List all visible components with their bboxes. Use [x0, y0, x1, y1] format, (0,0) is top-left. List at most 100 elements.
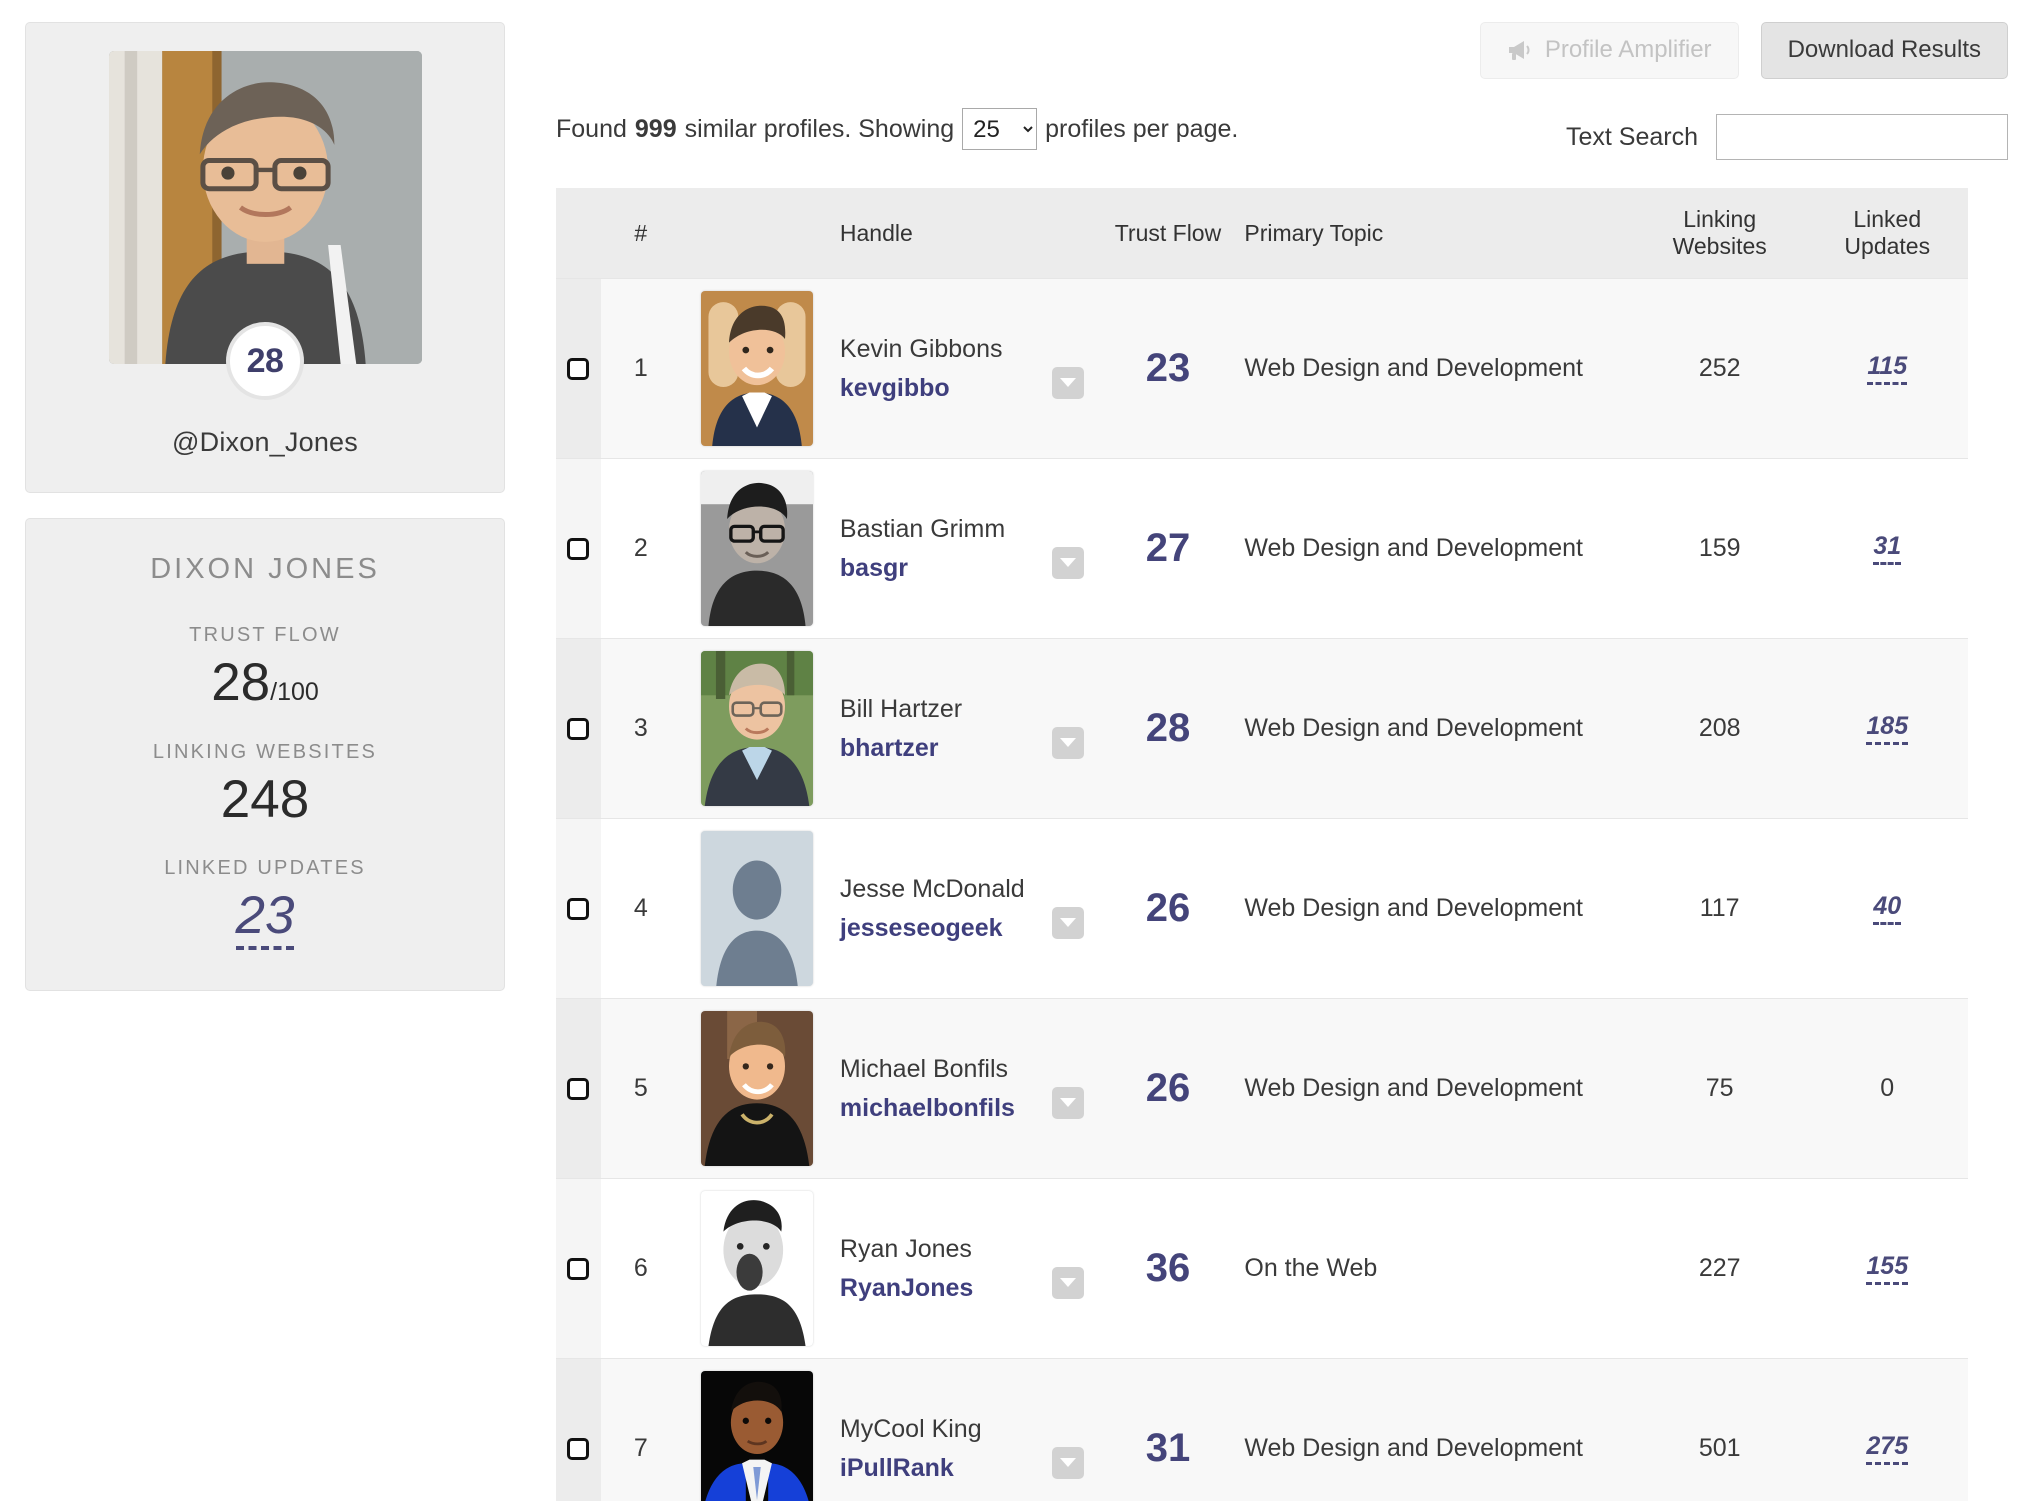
- row-handle-link[interactable]: jesseseogeek: [840, 909, 1052, 948]
- row-checkbox[interactable]: [567, 717, 590, 740]
- row-checkbox[interactable]: [567, 1257, 590, 1280]
- header-number: #: [600, 188, 681, 279]
- row-number: 6: [600, 1178, 681, 1359]
- row-handle-cell: Jesse McDonald jesseseogeek: [833, 818, 1102, 999]
- row-handle-cell: MyCool King iPullRank: [833, 1358, 1102, 1501]
- linked-updates-value-link[interactable]: 23: [235, 888, 295, 950]
- row-handle-link[interactable]: RyanJones: [840, 1269, 1052, 1308]
- header-linked-updates: Linked Updates: [1806, 188, 1968, 279]
- stat-linked-updates: LINKED UPDATES 23: [26, 857, 504, 950]
- row-display-name: Bill Hartzer: [839, 694, 963, 723]
- row-checkbox[interactable]: [567, 1437, 590, 1460]
- row-linked-updates-link[interactable]: 185: [1866, 712, 1909, 745]
- row-handle-cell: Ryan Jones RyanJones: [833, 1178, 1102, 1359]
- header-linked-updates-line1: Linked: [1853, 206, 1922, 232]
- main-content: Profile Amplifier Download Results Found…: [556, 0, 2026, 1501]
- row-expand-chevron-down-icon[interactable]: [1051, 1446, 1084, 1479]
- row-linked-updates-link[interactable]: 115: [1867, 352, 1908, 385]
- row-handle-link[interactable]: michaelbonfils: [840, 1089, 1052, 1128]
- trust-flow-value-row: 28/100: [26, 655, 504, 711]
- profile-card: 28 @Dixon_Jones: [25, 22, 505, 493]
- row-avatar-cell: [680, 278, 834, 459]
- row-linked-updates-link[interactable]: 275: [1866, 1432, 1909, 1465]
- row-trust-flow: 36: [1101, 1178, 1235, 1359]
- stat-trust-flow: TRUST FLOW 28/100: [26, 624, 504, 711]
- row-handle-link[interactable]: iPullRank: [840, 1449, 1052, 1488]
- row-select-cell: [556, 998, 601, 1179]
- row-checkbox[interactable]: [567, 537, 590, 560]
- header-linking-websites-line1: Linking: [1683, 206, 1757, 232]
- row-number: 1: [600, 278, 681, 459]
- found-suffix: profiles per page.: [1045, 114, 1239, 143]
- row-trust-flow: 26: [1101, 818, 1235, 999]
- row-expand-chevron-down-icon[interactable]: [1051, 546, 1084, 579]
- row-linking-websites: 252: [1632, 278, 1807, 459]
- results-table: # Handle Trust Flow Primary Topic Linkin…: [556, 188, 1968, 1501]
- row-linking-websites: 208: [1632, 638, 1807, 819]
- row-handle-link[interactable]: kevgibbo: [840, 369, 1052, 408]
- profile-amplifier-label: Profile Amplifier: [1544, 36, 1712, 63]
- row-linked-updates-cell: 275: [1806, 1358, 1968, 1501]
- row-select-cell: [556, 1178, 601, 1359]
- row-avatar: [701, 1011, 814, 1166]
- row-select-cell: [556, 638, 601, 819]
- text-search-input[interactable]: [1716, 114, 2008, 160]
- row-avatar: [701, 471, 814, 626]
- profile-handle: @Dixon_Jones: [172, 427, 358, 457]
- row-checkbox[interactable]: [567, 357, 590, 380]
- row-expand-chevron-down-icon[interactable]: [1051, 906, 1084, 939]
- megaphone-icon: [1507, 39, 1533, 61]
- row-avatar-cell: [680, 458, 834, 639]
- row-avatar-cell: [680, 1358, 834, 1501]
- row-number: 3: [600, 638, 681, 819]
- row-linked-updates-cell: 0: [1806, 998, 1968, 1179]
- text-search-group: Text Search: [1566, 114, 2008, 160]
- found-count: 999: [634, 114, 677, 143]
- row-checkbox[interactable]: [567, 1077, 590, 1100]
- table-row: 2 Bastian Grimm basgr 27 Web Design and Deve…: [556, 458, 1968, 639]
- row-linked-updates-link[interactable]: 155: [1866, 1252, 1909, 1285]
- row-primary-topic: Web Design and Development: [1234, 638, 1633, 819]
- page-root: 28 @Dixon_Jones DIXON JONES TRUST FLOW 2…: [0, 0, 2026, 1501]
- row-trust-flow: 26: [1101, 998, 1235, 1179]
- row-linking-websites: 227: [1632, 1178, 1807, 1359]
- row-avatar-cell: [680, 638, 834, 819]
- row-handle-link[interactable]: basgr: [840, 549, 1052, 588]
- row-display-name: Bastian Grimm: [839, 514, 1006, 543]
- row-select-cell: [556, 818, 601, 999]
- row-avatar-cell: [680, 998, 834, 1179]
- row-display-name: MyCool King: [839, 1414, 982, 1443]
- row-avatar: [701, 651, 814, 806]
- row-linked-updates-link[interactable]: 31: [1873, 532, 1902, 565]
- row-expand-chevron-down-icon[interactable]: [1051, 1086, 1084, 1119]
- linking-websites-label: LINKING WEBSITES: [152, 740, 378, 763]
- table-row: 6 Ryan Jones RyanJones 36 On the Web 227 155: [556, 1178, 1968, 1359]
- left-sidebar: 28 @Dixon_Jones DIXON JONES TRUST FLOW 2…: [25, 22, 505, 991]
- row-primary-topic: Web Design and Development: [1234, 1358, 1633, 1501]
- row-linked-updates-link[interactable]: 40: [1873, 892, 1902, 925]
- table-row: 1 Kevin Gibbons kevgibbo 23 Web Design and D…: [556, 278, 1968, 459]
- row-handle-link[interactable]: bhartzer: [840, 729, 1052, 768]
- row-primary-topic: On the Web: [1234, 1178, 1633, 1359]
- row-checkbox[interactable]: [567, 897, 590, 920]
- per-page-select[interactable]: 5102550100: [962, 108, 1038, 150]
- row-expand-chevron-down-icon[interactable]: [1051, 1266, 1084, 1299]
- row-expand-chevron-down-icon[interactable]: [1051, 366, 1084, 399]
- row-handle-cell: Bill Hartzer bhartzer: [833, 638, 1102, 819]
- row-linking-websites: 159: [1632, 458, 1807, 639]
- row-primary-topic: Web Design and Development: [1234, 818, 1633, 999]
- trust-flow-label: TRUST FLOW: [189, 624, 341, 646]
- row-linking-websites: 75: [1632, 998, 1807, 1179]
- trust-flow-badge: 28: [226, 322, 304, 400]
- download-results-button[interactable]: Download Results: [1760, 22, 2008, 79]
- row-linked-updates-cell: 155: [1806, 1178, 1968, 1359]
- row-expand-chevron-down-icon[interactable]: [1051, 726, 1084, 759]
- stat-linking-websites: LINKING WEBSITES 248: [26, 741, 504, 828]
- profile-amplifier-button[interactable]: Profile Amplifier: [1479, 22, 1739, 79]
- header-handle: Handle: [833, 188, 1102, 279]
- header-select: [556, 188, 601, 279]
- table-row: 3 Bill Hartzer bhartzer 28 Web Design and De…: [556, 638, 1968, 819]
- row-display-name: Kevin Gibbons: [839, 334, 1003, 363]
- row-avatar: [701, 831, 814, 986]
- row-display-name: Ryan Jones: [839, 1234, 972, 1263]
